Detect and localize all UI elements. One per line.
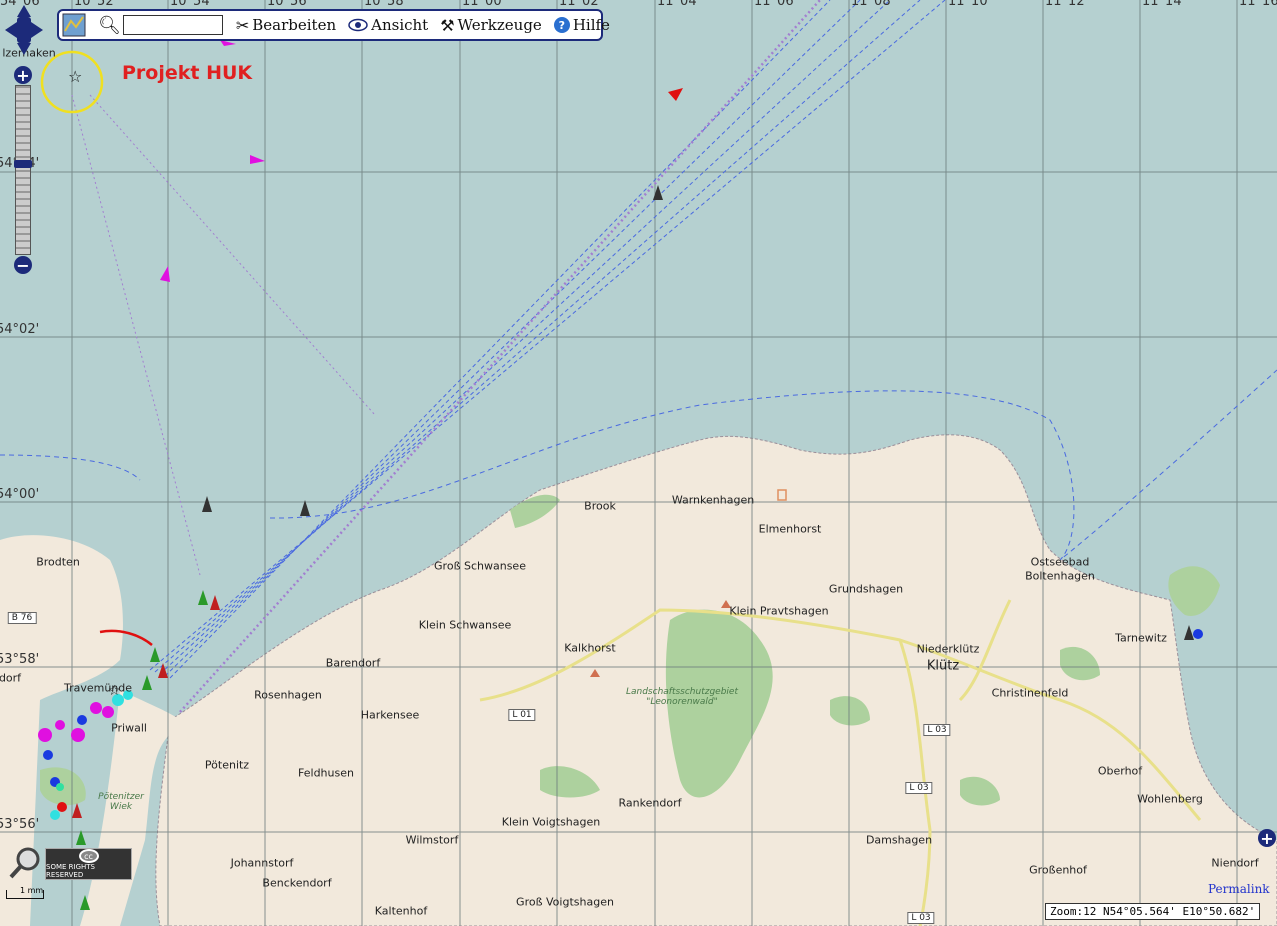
tools-icon: ⚒︎ [440, 15, 455, 35]
cc-icon: cc [78, 849, 99, 863]
search-input[interactable] [122, 15, 223, 35]
place-label: Landschaftsschutzgebiet "Leonorenwald" [625, 687, 739, 707]
place-label: Elmenhorst [758, 522, 822, 536]
place-label: Harkensee [360, 708, 420, 722]
expand-layers-button[interactable]: + [1258, 829, 1276, 848]
tools-menu-button[interactable]: ⚒︎ Werkzeuge [437, 16, 545, 35]
grid-label-top-4: 10°58' [364, 0, 408, 9]
wrench-icon: ✂︎ [235, 15, 250, 35]
place-label: Klein Schwansee [418, 618, 512, 632]
place-label: Klein Voigtshagen [501, 815, 601, 829]
place-label: Klein Pravtshagen [729, 604, 829, 618]
road-shield: L 03 [907, 912, 935, 924]
grid-label-left-2: 54°00' [0, 487, 40, 502]
grid-label-top-1: 10°52' [74, 0, 118, 9]
place-label: Boltenhagen [1025, 569, 1095, 583]
grid-label-top-6: 11°02' [559, 0, 603, 9]
zoom-out-button[interactable]: − [14, 256, 32, 275]
cc-badge-text: SOME RIGHTS RESERVED [46, 863, 95, 879]
place-label: Wilmstorf [405, 833, 459, 847]
place-label: Damshagen [865, 833, 933, 847]
grid-label-top-5: 11°00' [462, 0, 506, 9]
nautical-map[interactable]: ☆ ☆ [0, 0, 1277, 926]
place-label: Oberhof [1097, 764, 1143, 778]
edit-menu-button[interactable]: ✂︎ Bearbeiten [233, 16, 339, 35]
coordinate-status: Zoom:12 N54°05.564' E10°50.682' [1045, 903, 1261, 920]
tools-menu-label: Werkzeuge [457, 16, 542, 34]
scale-bar: 1 mm [6, 886, 46, 910]
place-label: Klütz [926, 658, 960, 674]
place-label: Brodten [36, 555, 80, 569]
search-icon: 🔍︎ [98, 14, 121, 36]
grid-label-top-8: 11°06' [754, 0, 798, 9]
view-menu-label: Ansicht [371, 16, 429, 34]
project-label[interactable]: Projekt HUK [122, 62, 252, 84]
place-label: Johannstorf [230, 856, 294, 870]
place-label: Pötenitzer Wiek [98, 792, 144, 812]
place-label: Priwall [111, 721, 147, 735]
magnifier-icon[interactable] [8, 846, 42, 880]
scale-label: 1 mm [20, 886, 44, 895]
place-label: dorf [0, 671, 22, 685]
grid-label-top-13: 11°16' [1239, 0, 1277, 9]
grid-label-left-1: 54°02' [0, 322, 40, 337]
view-menu-button[interactable]: Ansicht [345, 16, 431, 34]
help-menu-button[interactable]: ? Hilfe [551, 16, 613, 34]
map-icon [62, 13, 86, 37]
zoom-control: + − [13, 66, 33, 276]
place-label: Großenhof [1029, 863, 1087, 877]
grid-label-top-10: 11°10' [948, 0, 992, 9]
place-label: Brook [584, 499, 616, 513]
edit-menu-label: Bearbeiten [252, 16, 337, 34]
place-label: Niederklütz [916, 642, 980, 656]
grid-label-top-7: 11°04' [657, 0, 701, 9]
grid-label-left-3: 53°58' [0, 652, 40, 667]
place-label: Grundshagen [828, 582, 904, 596]
place-label: Pötenitz [204, 758, 250, 772]
place-label: Christinenfeld [991, 686, 1069, 700]
cc-license-badge[interactable]: cc SOME RIGHTS RESERVED [45, 848, 132, 880]
help-menu-label: Hilfe [572, 16, 610, 34]
grid-label-top-3: 10°56' [267, 0, 311, 9]
place-label: Kaltenhof [374, 904, 428, 918]
road-shield: L 01 [508, 709, 536, 721]
place-label: Benckendorf [262, 876, 332, 890]
place-label: Groß Voigtshagen [516, 895, 614, 909]
place-label: Rosenhagen [254, 688, 322, 702]
help-icon: ? [553, 17, 570, 33]
place-label: Travemünde [63, 681, 133, 695]
place-label: Wohlenberg [1137, 792, 1203, 806]
grid-label-top-9: 11°08' [851, 0, 895, 9]
place-label: Tarnewitz [1115, 631, 1167, 645]
road-shield: L 03 [905, 782, 933, 794]
eye-icon [348, 18, 368, 32]
place-label: Ostseebad [1030, 555, 1090, 569]
zoom-in-button[interactable]: + [14, 66, 32, 85]
grid-label-top-2: 10°54' [170, 0, 214, 9]
road-shield: B 76 [7, 612, 37, 624]
svg-text:☆: ☆ [68, 67, 82, 86]
grid-label-left-4: 53°56' [0, 817, 40, 832]
pan-control[interactable] [5, 5, 43, 55]
permalink-link[interactable]: Permalink [1208, 882, 1270, 896]
place-label: Kalkhorst [564, 641, 616, 655]
place-label: Barendorf [325, 656, 381, 670]
zoom-slider-handle[interactable] [14, 160, 32, 168]
place-label: Groß Schwansee [434, 559, 526, 573]
toolbar: 🔍︎ ✂︎ Bearbeiten Ansicht ⚒︎ Werkzeuge ? … [57, 9, 610, 41]
road-shield: L 03 [923, 724, 951, 736]
grid-label-top-12: 11°14' [1142, 0, 1186, 9]
grid-label-top-11: 11°12' [1045, 0, 1089, 9]
map-layer-button[interactable] [59, 13, 89, 37]
place-label: Niendorf [1211, 856, 1259, 870]
place-label: Warnkenhagen [671, 493, 755, 507]
zoom-slider[interactable] [14, 85, 32, 255]
place-label: Feldhusen [298, 766, 354, 780]
place-label: Rankendorf [618, 796, 682, 810]
